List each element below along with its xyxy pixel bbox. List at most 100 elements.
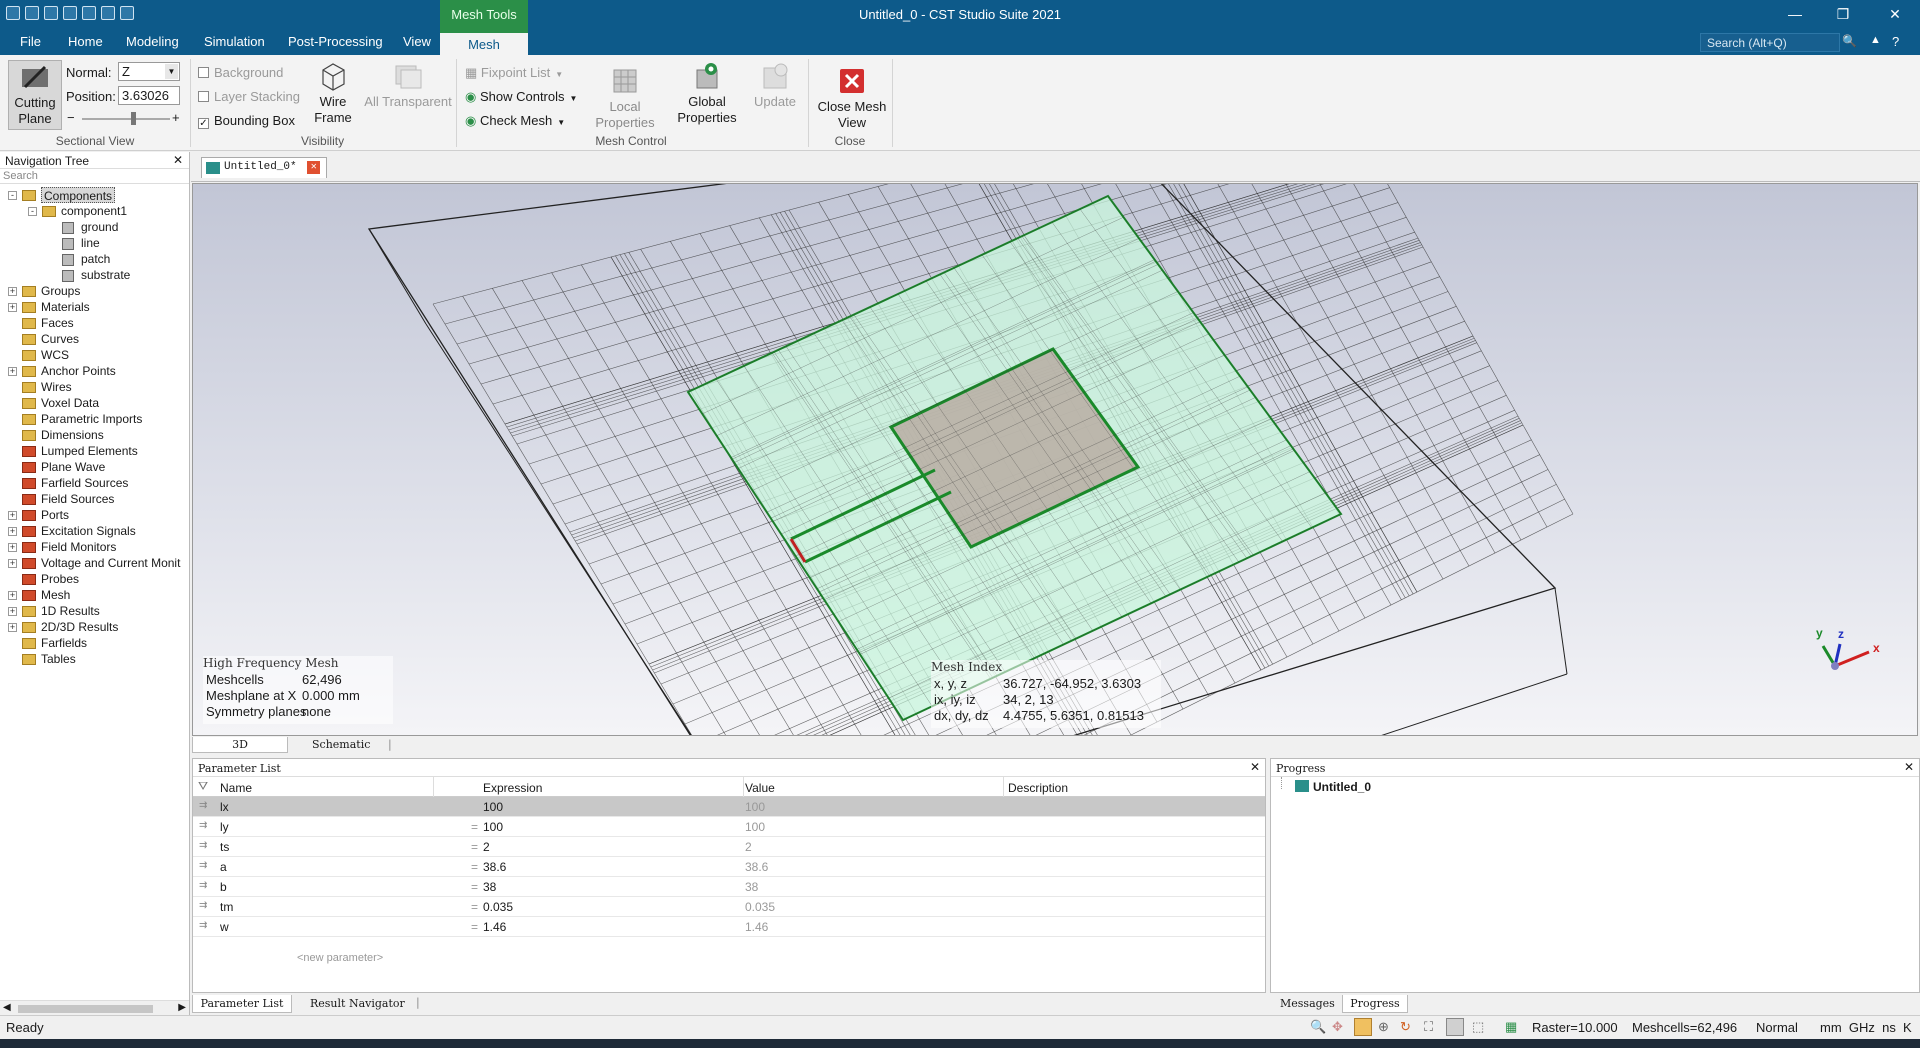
scroll-left-icon[interactable]: ◀ [3, 1002, 11, 1013]
wire-frame-button[interactable]: Wire Frame [310, 60, 356, 126]
expand-icon[interactable]: + [8, 367, 17, 376]
close-icon[interactable]: ✕ [1904, 760, 1914, 774]
table-row[interactable]: ⇉ a = 38.6 38.6 [193, 857, 1265, 877]
maximize-icon[interactable]: ❐ [1828, 6, 1858, 23]
param-name[interactable]: lx [220, 800, 229, 814]
tree-item[interactable]: Anchor Points [41, 363, 116, 379]
param-name[interactable]: b [220, 880, 227, 894]
tree-item[interactable]: Lumped Elements [41, 443, 138, 459]
param-name[interactable]: w [220, 920, 229, 934]
cutting-plane-button[interactable]: Cutting Plane [8, 60, 62, 130]
horizontal-scrollbar[interactable]: ◀ ▶ [0, 1000, 189, 1016]
tree-item[interactable]: 1D Results [41, 603, 100, 619]
tree-item[interactable]: Probes [41, 571, 79, 587]
tree-item[interactable]: Components [41, 187, 116, 203]
3d-viewport[interactable]: High Frequency Mesh Meshcells 62,496 Mes… [192, 183, 1918, 736]
expand-icon[interactable]: + [8, 303, 17, 312]
tab-untitled-0[interactable]: Untitled_0* ✕ [201, 157, 328, 178]
tree-item[interactable]: Dimensions [41, 427, 104, 443]
help-icon[interactable]: ? [1892, 34, 1899, 49]
tab-modeling[interactable]: Modeling [126, 34, 179, 49]
param-name[interactable]: ly [220, 820, 229, 834]
tree-item[interactable]: substrate [81, 267, 130, 283]
param-expression[interactable]: 100 [483, 800, 503, 814]
pan-icon[interactable]: ✥ [1332, 1019, 1343, 1035]
tab-file[interactable]: File [20, 34, 41, 49]
tree-item[interactable]: Faces [41, 315, 74, 331]
tree-item[interactable]: line [81, 235, 100, 251]
col-expression[interactable]: Expression [483, 781, 542, 795]
close-tab-icon[interactable]: ✕ [307, 161, 321, 174]
close-mesh-view-button[interactable]: Close Mesh View [814, 65, 890, 131]
expand-icon[interactable]: + [8, 559, 17, 568]
tree-item[interactable]: component1 [61, 203, 127, 219]
tree-item[interactable]: Voxel Data [41, 395, 99, 411]
param-name[interactable]: ts [220, 840, 229, 854]
update-button[interactable]: Update [750, 60, 800, 110]
tab-progress[interactable]: Progress [1342, 995, 1408, 1013]
slider-handle[interactable] [131, 112, 136, 125]
tab-schematic[interactable]: Schematic [312, 738, 370, 751]
table-row[interactable]: ⇉ b = 38 38 [193, 877, 1265, 897]
col-value[interactable]: Value [745, 781, 775, 795]
close-icon[interactable]: ✕ [173, 153, 183, 167]
cube-view-icon[interactable]: ⬚ [1472, 1019, 1484, 1035]
col-description[interactable]: Description [1008, 781, 1068, 795]
tree-item[interactable]: Plane Wave [41, 459, 105, 475]
param-expression[interactable]: 0.035 [483, 900, 513, 914]
param-expression[interactable]: 2 [483, 840, 490, 854]
param-name[interactable]: tm [220, 900, 233, 914]
tab-simulation[interactable]: Simulation [204, 34, 265, 49]
fixpoint-list-button[interactable]: ▦ Fixpoint List ▼ [465, 65, 563, 81]
show-controls-button[interactable]: ◉ Show Controls ▼ [465, 89, 577, 105]
table-row[interactable]: ⇉ ts = 2 2 [193, 837, 1265, 857]
background-checkbox[interactable]: Background [198, 65, 283, 80]
progress-item[interactable]: Untitled_0 [1271, 777, 1919, 797]
fit-view-icon[interactable]: ⛶ [1424, 1019, 1433, 1035]
tree-item[interactable]: 2D/3D Results [41, 619, 118, 635]
tree-item[interactable]: Excitation Signals [41, 523, 136, 539]
minimize-icon[interactable]: — [1780, 6, 1810, 22]
tab-mesh[interactable]: Mesh [440, 30, 528, 55]
close-icon[interactable]: ✕ [1250, 760, 1260, 774]
tree-item[interactable]: Tables [41, 651, 76, 667]
global-properties-button[interactable]: Global Properties [670, 60, 744, 126]
tree-item[interactable]: Voltage and Current Monit [41, 555, 180, 571]
check-mesh-button[interactable]: ◉ Check Mesh ▼ [465, 113, 565, 129]
tree-item[interactable]: Field Sources [41, 491, 114, 507]
position-slider[interactable] [82, 118, 170, 120]
scroll-right-icon[interactable]: ▶ [178, 1002, 186, 1013]
tab-home[interactable]: Home [68, 34, 103, 49]
normal-select[interactable]: Z ▼ [118, 62, 180, 81]
expand-icon[interactable]: + [8, 527, 17, 536]
tab-view[interactable]: View [403, 34, 431, 49]
slider-minus-icon[interactable]: − [67, 110, 75, 125]
expand-icon[interactable]: + [8, 607, 17, 616]
expand-icon[interactable]: - [28, 207, 37, 216]
tree-item[interactable]: Curves [41, 331, 79, 347]
tab-result-navigator[interactable]: Result Navigator [310, 997, 405, 1010]
table-row[interactable]: ⇉ tm = 0.035 0.035 [193, 897, 1265, 917]
filter-icon[interactable]: ⛛ [198, 779, 208, 794]
tree-item[interactable]: Wires [41, 379, 72, 395]
reset-view-icon[interactable]: ↻ [1400, 1019, 1411, 1035]
tab-messages[interactable]: Messages [1280, 997, 1335, 1010]
tab-post-processing[interactable]: Post-Processing [288, 34, 383, 49]
param-expression[interactable]: 38.6 [483, 860, 506, 874]
col-name[interactable]: Name [220, 781, 252, 795]
param-name[interactable]: a [220, 860, 227, 874]
mesh-status-icon[interactable]: ▦ [1505, 1019, 1517, 1035]
tree-item[interactable]: Field Monitors [41, 539, 116, 555]
expand-icon[interactable]: + [8, 511, 17, 520]
expand-icon[interactable]: + [8, 543, 17, 552]
close-window-icon[interactable]: ✕ [1880, 6, 1910, 23]
search-input[interactable]: Search (Alt+Q) [1700, 33, 1840, 52]
zoom-in-icon[interactable]: ⊕ [1378, 1019, 1389, 1035]
tree-search-input[interactable]: Search [0, 169, 189, 184]
position-input[interactable]: 3.63026 [118, 86, 180, 105]
tab-3d[interactable]: 3D [192, 737, 288, 753]
expand-icon[interactable]: + [8, 591, 17, 600]
layer-stacking-checkbox[interactable]: Layer Stacking [198, 89, 300, 104]
tree-item[interactable]: Farfield Sources [41, 475, 128, 491]
bounding-box-checkbox[interactable]: ✓ Bounding Box [198, 113, 295, 129]
